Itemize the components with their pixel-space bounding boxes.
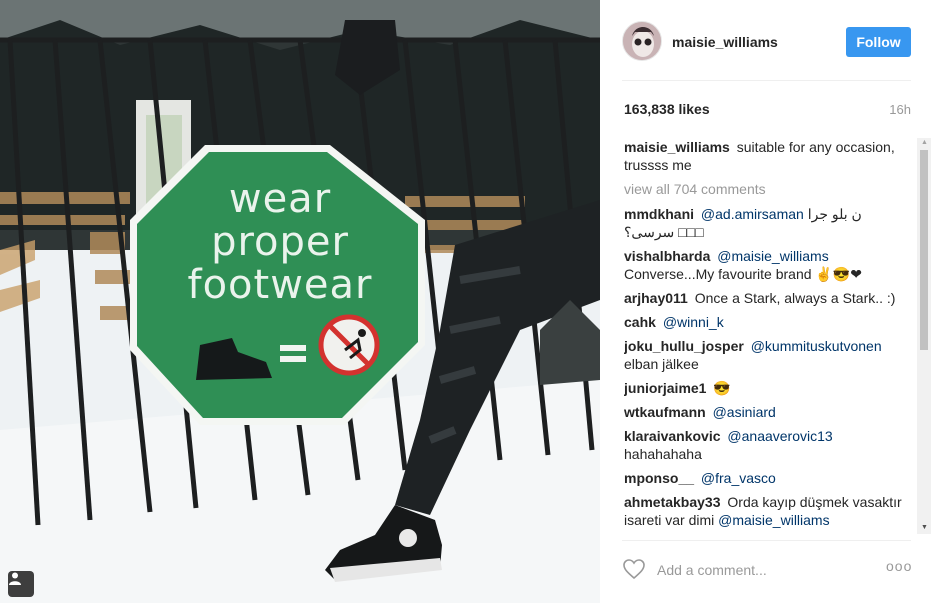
- comments-list: maisie_williams suitable for any occasio…: [624, 138, 908, 538]
- comment-mention[interactable]: @maisie_williams: [717, 248, 828, 264]
- comment-mention[interactable]: @kummituskutvonen: [751, 338, 882, 354]
- post-photo[interactable]: wear proper footwear: [0, 0, 600, 603]
- more-options-icon[interactable]: ooo: [886, 558, 912, 574]
- comment-username[interactable]: arjhay011: [624, 290, 688, 306]
- avatar-image: [623, 22, 661, 60]
- list-item: vishalbharda @maisie_williams Converse..…: [624, 247, 908, 283]
- post-timestamp[interactable]: 16h: [889, 102, 911, 117]
- user-tag-icon[interactable]: [8, 571, 34, 597]
- comment-mention[interactable]: @anaaverovic13: [727, 428, 832, 444]
- list-item: mponso__ @fra_vasco: [624, 469, 908, 487]
- comment-username[interactable]: wtkaufmann: [624, 404, 706, 420]
- list-item: cahk @winni_k: [624, 313, 908, 331]
- list-item: ahmetakbay33 Orda kayıp düşmek vasaktır …: [624, 493, 908, 529]
- comment-mention[interactable]: @asiniard: [713, 404, 776, 420]
- comment-username[interactable]: cahk: [624, 314, 656, 330]
- comment-text: elban jälkee: [624, 356, 699, 372]
- sign-line-1: wear: [228, 176, 332, 222]
- caption: maisie_williams suitable for any occasio…: [624, 138, 908, 174]
- scroll-up-icon[interactable]: ▲: [921, 139, 928, 146]
- follow-button[interactable]: Follow: [846, 27, 911, 57]
- list-item: juniorjaime1 😎: [624, 379, 908, 397]
- post-header: maisie_williams Follow: [600, 0, 931, 80]
- heart-icon[interactable]: [622, 558, 646, 580]
- sign-line-3: footwear: [187, 262, 373, 308]
- post-footer: ooo: [600, 540, 931, 603]
- person-icon: [9, 572, 21, 585]
- add-comment-input[interactable]: [657, 560, 867, 580]
- comment-mention[interactable]: @maisie_williams: [718, 512, 829, 528]
- comment-mention[interactable]: @fra_vasco: [701, 470, 776, 486]
- list-item: joku_hullu_josper @kummituskutvonen elba…: [624, 337, 908, 373]
- avatar[interactable]: [622, 21, 662, 61]
- caption-username[interactable]: maisie_williams: [624, 139, 730, 155]
- comment-username[interactable]: vishalbharda: [624, 248, 710, 264]
- comment-username[interactable]: mponso__: [624, 470, 694, 486]
- post-username[interactable]: maisie_williams: [672, 34, 778, 50]
- sign-text: wear proper footwear: [140, 178, 420, 307]
- comment-username[interactable]: klaraivankovic: [624, 428, 721, 444]
- comment-mention[interactable]: @ad.amirsaman: [701, 206, 804, 222]
- likes-count[interactable]: 163,838 likes: [624, 101, 710, 117]
- header-divider: [622, 80, 911, 81]
- comment-text: Converse...My favourite brand ✌😎❤: [624, 266, 863, 282]
- comment-username[interactable]: juniorjaime1: [624, 380, 706, 396]
- list-item: wtkaufmann @asiniard: [624, 403, 908, 421]
- view-all-comments-link[interactable]: view all 704 comments: [624, 180, 908, 198]
- post-modal: wear proper footwear maisie_williams Fol…: [0, 0, 931, 603]
- sign-line-2: proper: [211, 219, 349, 265]
- scrollbar-thumb[interactable]: [920, 150, 928, 350]
- list-item: mmdkhani @ad.amirsaman ن بلو جرا سرسی؟ □…: [624, 205, 908, 241]
- comment-text: hahahahaha: [624, 446, 702, 462]
- scroll-down-icon[interactable]: ▼: [921, 524, 928, 531]
- list-item: arjhay011 Once a Stark, always a Stark..…: [624, 289, 908, 307]
- comment-username[interactable]: mmdkhani: [624, 206, 694, 222]
- comment-text: Once a Stark, always a Stark.. :): [694, 290, 896, 306]
- comment-username[interactable]: ahmetakbay33: [624, 494, 721, 510]
- comment-mention[interactable]: @winni_k: [663, 314, 724, 330]
- comment-text: 😎: [713, 380, 731, 396]
- comment-username[interactable]: joku_hullu_josper: [624, 338, 744, 354]
- list-item: klaraivankovic @anaaverovic13 hahahahaha: [624, 427, 908, 463]
- post-side-panel: maisie_williams Follow 163,838 likes 16h…: [600, 0, 931, 603]
